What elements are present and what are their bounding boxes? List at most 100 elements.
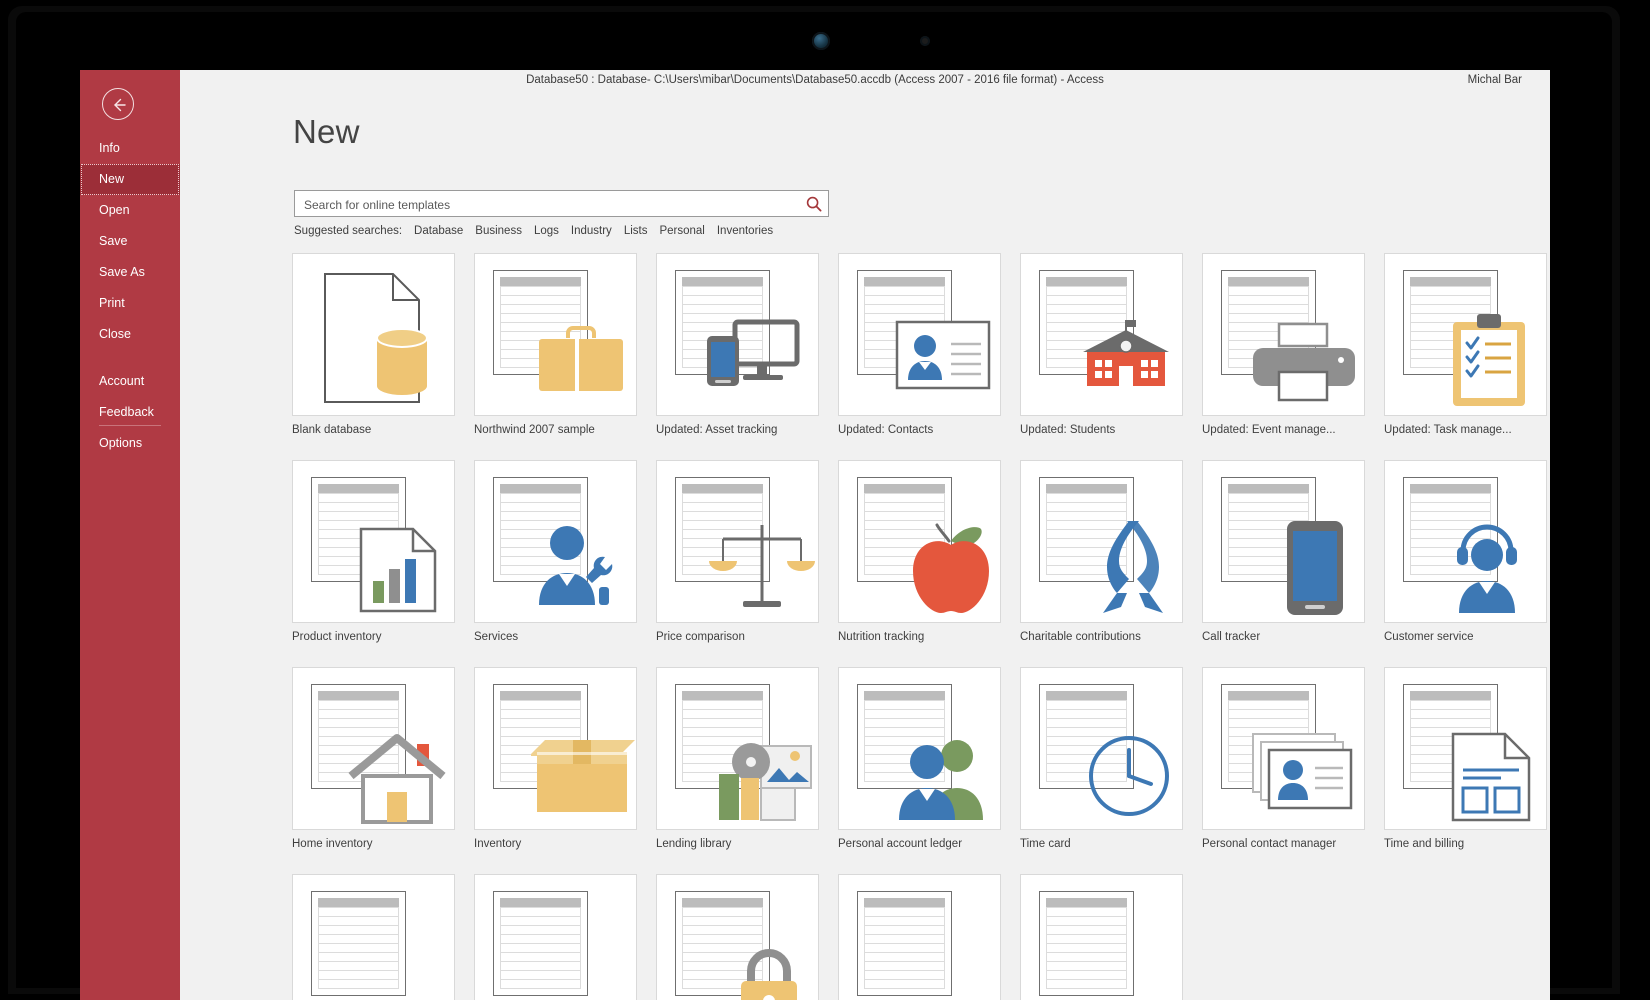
suggested-search-database[interactable]: Database [414, 225, 463, 237]
template-tile[interactable] [656, 874, 819, 1000]
search-box[interactable] [294, 190, 829, 218]
template-thumbnail[interactable] [838, 667, 1001, 830]
template-tile[interactable]: Personal account ledger [838, 667, 1001, 850]
template-name: Charitable contributions [1020, 631, 1141, 643]
lock-icon [741, 949, 797, 1000]
suggested-search-logs[interactable]: Logs [534, 225, 559, 237]
template-name: Blank database [292, 424, 372, 436]
template-thumbnail[interactable] [656, 667, 819, 830]
template-thumbnail[interactable] [1384, 460, 1547, 623]
template-tile[interactable]: Inventory [474, 667, 637, 850]
window-title: Database50 : Database- C:\Users\mibar\Do… [526, 74, 1104, 86]
template-tile[interactable]: Price comparison [656, 460, 819, 643]
search-input[interactable] [302, 191, 786, 218]
blank-database-icon [324, 273, 428, 403]
template-name: Product inventory [292, 631, 382, 643]
school-icon [1083, 320, 1169, 386]
rail-item-save[interactable]: Save [80, 226, 180, 257]
devices-icon [707, 319, 800, 386]
template-name: Updated: Event manage... [1202, 424, 1336, 436]
template-thumbnail[interactable] [1384, 667, 1547, 830]
search-button[interactable] [804, 194, 824, 214]
suggested-search-personal[interactable]: Personal [659, 225, 704, 237]
template-tile[interactable] [292, 874, 455, 1000]
rail-item-new[interactable]: New [80, 164, 180, 195]
chart-document-icon [359, 527, 437, 613]
template-thumbnail[interactable] [474, 460, 637, 623]
template-tile[interactable]: Personal contact manager [1202, 667, 1365, 850]
template-thumbnail[interactable] [656, 874, 819, 1000]
back-button[interactable] [102, 88, 134, 120]
suggested-search-inventories[interactable]: Inventories [717, 225, 773, 237]
suggested-search-industry[interactable]: Industry [571, 225, 612, 237]
template-thumbnail[interactable] [1384, 253, 1547, 416]
rail-item-close[interactable]: Close [80, 319, 180, 350]
rail-item-save-as[interactable]: Save As [80, 257, 180, 288]
template-thumbnail[interactable] [292, 253, 455, 416]
template-name: Time and billing [1384, 838, 1465, 850]
template-thumbnail[interactable] [838, 874, 1001, 1000]
template-tile[interactable] [838, 874, 1001, 1000]
template-tile[interactable]: Updated: Students [1020, 253, 1183, 436]
template-tile[interactable]: Services [474, 460, 637, 643]
template-thumbnail[interactable] [1020, 874, 1183, 1000]
template-thumbnail[interactable] [474, 667, 637, 830]
template-tile[interactable]: Call tracker [1202, 460, 1365, 643]
template-tile[interactable]: Customer service [1384, 460, 1547, 643]
template-name: Services [474, 631, 519, 643]
bezel-right [1642, 0, 1650, 1000]
suggested-search-lists[interactable]: Lists [624, 225, 648, 237]
template-thumbnail[interactable] [1202, 253, 1365, 416]
template-tile[interactable]: Charitable contributions [1020, 460, 1183, 643]
template-name: Updated: Asset tracking [656, 424, 778, 436]
rail-item-print[interactable]: Print [80, 288, 180, 319]
template-thumbnail[interactable] [1020, 460, 1183, 623]
webcam-led-icon [920, 36, 930, 46]
template-thumbnail[interactable] [838, 253, 1001, 416]
template-thumbnail[interactable] [838, 460, 1001, 623]
contact-card-icon [895, 320, 991, 390]
template-name: Personal contact manager [1202, 838, 1337, 850]
template-thumbnail[interactable] [1202, 460, 1365, 623]
rail-item-account[interactable]: Account [80, 366, 180, 397]
template-tile[interactable]: Blank database [292, 253, 455, 436]
template-thumbnail[interactable] [474, 874, 637, 1000]
rail-item-info[interactable]: Info [80, 133, 180, 164]
template-thumbnail[interactable] [292, 874, 455, 1000]
account-name[interactable]: Michal Bar [1468, 74, 1522, 86]
printer-icon [1253, 322, 1355, 402]
rail-item-feedback[interactable]: Feedback [80, 397, 180, 428]
template-tile[interactable]: Time and billing [1384, 667, 1547, 850]
template-thumbnail[interactable] [1202, 667, 1365, 830]
template-name: Time card [1020, 838, 1071, 850]
template-thumbnail[interactable] [656, 253, 819, 416]
new-pane: New Suggested searches: Database Business L… [180, 95, 1550, 1000]
template-tile[interactable]: Northwind 2007 sample [474, 253, 637, 436]
template-thumbnail[interactable] [1020, 253, 1183, 416]
template-tile[interactable]: Updated: Task manage... [1384, 253, 1547, 436]
template-tile[interactable]: Updated: Asset tracking [656, 253, 819, 436]
template-name: Updated: Task manage... [1384, 424, 1512, 436]
rail-item-options[interactable]: Options [80, 428, 180, 459]
template-tile[interactable] [1020, 874, 1183, 1000]
template-tile[interactable]: Nutrition tracking [838, 460, 1001, 643]
template-tile[interactable]: Time card [1020, 667, 1183, 850]
template-tile[interactable]: Home inventory [292, 667, 455, 850]
suggested-search-business[interactable]: Business [475, 225, 522, 237]
template-name: Updated: Students [1020, 424, 1116, 436]
template-tile[interactable]: Updated: Contacts [838, 253, 1001, 436]
person-wrench-icon [539, 526, 613, 605]
template-thumbnail[interactable] [292, 667, 455, 830]
template-thumbnail[interactable] [1020, 667, 1183, 830]
webcam-icon [812, 32, 830, 50]
template-tile[interactable]: Lending library [656, 667, 819, 850]
template-tile[interactable]: Updated: Event manage... [1202, 253, 1365, 436]
template-tile[interactable]: Product inventory [292, 460, 455, 643]
template-thumbnail[interactable] [474, 253, 637, 416]
scales-icon [709, 525, 815, 607]
template-name: Updated: Contacts [838, 424, 934, 436]
rail-item-open[interactable]: Open [80, 195, 180, 226]
template-thumbnail[interactable] [656, 460, 819, 623]
template-tile[interactable] [474, 874, 637, 1000]
template-thumbnail[interactable] [292, 460, 455, 623]
